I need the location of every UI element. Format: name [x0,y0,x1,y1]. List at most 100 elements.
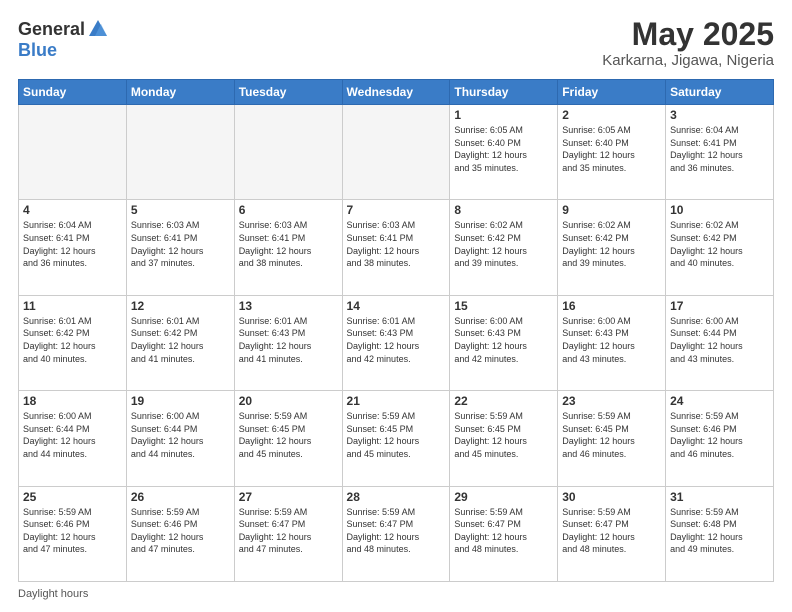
day-info: Sunrise: 6:01 AM Sunset: 6:42 PM Dayligh… [23,315,122,365]
table-row: 7 Sunrise: 6:03 AM Sunset: 6:41 PM Daylig… [342,200,450,295]
day-number: 12 [131,299,230,313]
day-info: Sunrise: 6:00 AM Sunset: 6:44 PM Dayligh… [670,315,769,365]
day-info: Sunrise: 6:00 AM Sunset: 6:44 PM Dayligh… [23,410,122,460]
day-number: 21 [347,394,446,408]
calendar-week-3: 11 Sunrise: 6:01 AM Sunset: 6:42 PM Dayli… [19,295,774,390]
logo-icon [87,18,109,40]
day-number: 13 [239,299,338,313]
day-info: Sunrise: 6:00 AM Sunset: 6:44 PM Dayligh… [131,410,230,460]
day-number: 19 [131,394,230,408]
day-number: 10 [670,203,769,217]
table-row: 29Sunrise: 5:59 AM Sunset: 6:47 PM Dayli… [450,486,558,581]
day-info: Sunrise: 5:59 AM Sunset: 6:46 PM Dayligh… [23,506,122,556]
day-info: Sunrise: 6:01 AM Sunset: 6:42 PM Dayligh… [131,315,230,365]
table-row: 15Sunrise: 6:00 AM Sunset: 6:43 PM Dayli… [450,295,558,390]
logo-general-text: General [18,19,85,40]
footer: Daylight hours [18,588,774,600]
col-saturday: Saturday [666,80,774,105]
day-number: 11 [23,299,122,313]
day-info: Sunrise: 5:59 AM Sunset: 6:46 PM Dayligh… [131,506,230,556]
table-row: 17 Sunrise: 6:00 AM Sunset: 6:44 PM Dayli… [666,295,774,390]
day-info: Sunrise: 6:02 AM Sunset: 6:42 PM Dayligh… [670,219,769,269]
table-row: 13 Sunrise: 6:01 AM Sunset: 6:43 PM Dayli… [234,295,342,390]
day-number: 4 [23,203,122,217]
calendar-table: Sunday Monday Tuesday Wednesday Thursday… [18,79,774,582]
day-number: 26 [131,490,230,504]
calendar-week-1: 1 Sunrise: 6:05 AM Sunset: 6:40 PM Daylig… [19,105,774,200]
table-row: 16 Sunrise: 6:00 AM Sunset: 6:43 PM Dayli… [558,295,666,390]
day-info: Sunrise: 6:01 AM Sunset: 6:43 PM Dayligh… [239,315,338,365]
col-monday: Monday [126,80,234,105]
day-number: 3 [670,108,769,122]
table-row: 20 Sunrise: 5:59 AM Sunset: 6:45 PM Dayli… [234,391,342,486]
table-row [126,105,234,200]
day-number: 18 [23,394,122,408]
table-row: 23 Sunrise: 5:59 AM Sunset: 6:45 PM Dayli… [558,391,666,486]
day-info: Sunrise: 5:59 AM Sunset: 6:45 PM Dayligh… [562,410,661,460]
table-row: 12 Sunrise: 6:01 AM Sunset: 6:42 PM Dayli… [126,295,234,390]
day-info: Sunrise: 6:03 AM Sunset: 6:41 PM Dayligh… [239,219,338,269]
table-row: 8 Sunrise: 6:02 AM Sunset: 6:42 PM Daylig… [450,200,558,295]
table-row: 24Sunrise: 5:59 AM Sunset: 6:46 PM Dayli… [666,391,774,486]
title-block: May 2025 Karkarna, Jigawa, Nigeria [602,18,774,69]
day-number: 6 [239,203,338,217]
table-row: 11 Sunrise: 6:01 AM Sunset: 6:42 PM Dayli… [19,295,127,390]
day-number: 17 [670,299,769,313]
table-row: 10 Sunrise: 6:02 AM Sunset: 6:42 PM Dayli… [666,200,774,295]
logo: General Blue [18,18,109,61]
table-row: 1 Sunrise: 6:05 AM Sunset: 6:40 PM Daylig… [450,105,558,200]
day-number: 28 [347,490,446,504]
day-info: Sunrise: 6:05 AM Sunset: 6:40 PM Dayligh… [562,124,661,174]
col-sunday: Sunday [19,80,127,105]
day-number: 22 [454,394,553,408]
day-info: Sunrise: 6:04 AM Sunset: 6:41 PM Dayligh… [670,124,769,174]
day-number: 30 [562,490,661,504]
day-number: 29 [454,490,553,504]
day-number: 7 [347,203,446,217]
day-info: Sunrise: 6:02 AM Sunset: 6:42 PM Dayligh… [562,219,661,269]
table-row: 14Sunrise: 6:01 AM Sunset: 6:43 PM Dayli… [342,295,450,390]
col-friday: Friday [558,80,666,105]
footer-text: Daylight hours [18,588,88,600]
day-info: Sunrise: 5:59 AM Sunset: 6:45 PM Dayligh… [239,410,338,460]
table-row: 31Sunrise: 5:59 AM Sunset: 6:48 PM Dayli… [666,486,774,581]
day-info: Sunrise: 6:00 AM Sunset: 6:43 PM Dayligh… [562,315,661,365]
day-number: 9 [562,203,661,217]
day-info: Sunrise: 6:05 AM Sunset: 6:40 PM Dayligh… [454,124,553,174]
table-row: 6 Sunrise: 6:03 AM Sunset: 6:41 PM Daylig… [234,200,342,295]
table-row: 30Sunrise: 5:59 AM Sunset: 6:47 PM Dayli… [558,486,666,581]
table-row: 2 Sunrise: 6:05 AM Sunset: 6:40 PM Daylig… [558,105,666,200]
day-info: Sunrise: 5:59 AM Sunset: 6:48 PM Dayligh… [670,506,769,556]
day-info: Sunrise: 6:01 AM Sunset: 6:43 PM Dayligh… [347,315,446,365]
table-row [234,105,342,200]
table-row [342,105,450,200]
day-info: Sunrise: 6:02 AM Sunset: 6:42 PM Dayligh… [454,219,553,269]
day-number: 16 [562,299,661,313]
table-row: 26 Sunrise: 5:59 AM Sunset: 6:46 PM Dayli… [126,486,234,581]
table-row: 25Sunrise: 5:59 AM Sunset: 6:46 PM Dayli… [19,486,127,581]
day-number: 2 [562,108,661,122]
col-thursday: Thursday [450,80,558,105]
col-tuesday: Tuesday [234,80,342,105]
table-row: 5Sunrise: 6:03 AM Sunset: 6:41 PM Daylig… [126,200,234,295]
calendar-week-4: 18 Sunrise: 6:00 AM Sunset: 6:44 PM Dayli… [19,391,774,486]
table-row: 22 Sunrise: 5:59 AM Sunset: 6:45 PM Dayli… [450,391,558,486]
location-title: Karkarna, Jigawa, Nigeria [602,52,774,69]
day-number: 1 [454,108,553,122]
day-info: Sunrise: 5:59 AM Sunset: 6:46 PM Dayligh… [670,410,769,460]
logo-blue-text: Blue [18,40,57,61]
day-info: Sunrise: 6:03 AM Sunset: 6:41 PM Dayligh… [347,219,446,269]
day-number: 20 [239,394,338,408]
day-number: 23 [562,394,661,408]
day-number: 8 [454,203,553,217]
day-info: Sunrise: 5:59 AM Sunset: 6:45 PM Dayligh… [454,410,553,460]
day-info: Sunrise: 6:04 AM Sunset: 6:41 PM Dayligh… [23,219,122,269]
table-row: 3 Sunrise: 6:04 AM Sunset: 6:41 PM Daylig… [666,105,774,200]
table-row: 19 Sunrise: 6:00 AM Sunset: 6:44 PM Dayli… [126,391,234,486]
day-info: Sunrise: 5:59 AM Sunset: 6:47 PM Dayligh… [347,506,446,556]
calendar-week-5: 25Sunrise: 5:59 AM Sunset: 6:46 PM Dayli… [19,486,774,581]
table-row: 21Sunrise: 5:59 AM Sunset: 6:45 PM Dayli… [342,391,450,486]
table-row: 28 Sunrise: 5:59 AM Sunset: 6:47 PM Dayli… [342,486,450,581]
table-row: 4 Sunrise: 6:04 AM Sunset: 6:41 PM Daylig… [19,200,127,295]
table-row: 18 Sunrise: 6:00 AM Sunset: 6:44 PM Dayli… [19,391,127,486]
